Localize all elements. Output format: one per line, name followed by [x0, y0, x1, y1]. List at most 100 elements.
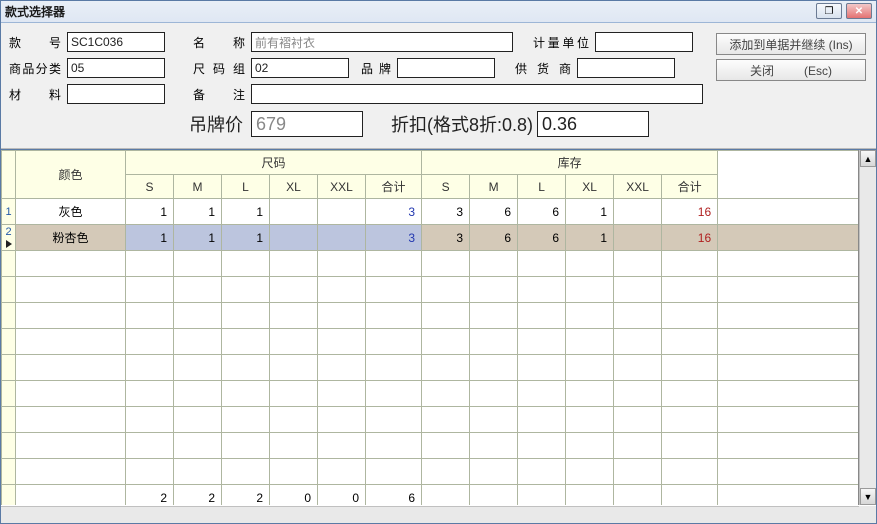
data-table: 颜色 尺码 库存 S M L XL XXL 合计 S M L XL XXL [1, 150, 858, 505]
sizegrp-input[interactable] [251, 58, 349, 78]
footer-size-s: 2 [126, 485, 174, 506]
restore-icon: ❐ [825, 6, 834, 17]
scroll-track[interactable] [860, 167, 876, 488]
footer-stock-m [470, 485, 518, 506]
cell-size-total: 3 [366, 225, 422, 251]
table-row[interactable] [2, 303, 859, 329]
cell-stock: 6 [518, 225, 566, 251]
cell-stock [614, 225, 662, 251]
material-label: 材 料 [9, 86, 61, 103]
cell-stock: 1 [566, 199, 614, 225]
header-stock-total: 合计 [662, 175, 718, 199]
footer-size-l: 2 [222, 485, 270, 506]
grid-area: 颜色 尺码 库存 S M L XL XXL 合计 S M L XL XXL [1, 149, 876, 523]
cell-size[interactable]: 1 [174, 199, 222, 225]
cell-color[interactable]: 粉杏色 [16, 225, 126, 251]
header-size-xxl: XXL [318, 175, 366, 199]
table-row[interactable] [2, 381, 859, 407]
scroll-down-icon[interactable]: ▼ [860, 488, 876, 505]
cell-size[interactable]: 1 [126, 225, 174, 251]
titlebar: 款式选择器 ❐ ✕ [1, 1, 876, 23]
header-stock-m: M [470, 175, 518, 199]
footer-stock-total [662, 485, 718, 506]
footer-stock-l [518, 485, 566, 506]
table-row[interactable] [2, 433, 859, 459]
table-row[interactable] [2, 355, 859, 381]
close-button[interactable]: 关闭 (Esc) [716, 59, 866, 81]
table-row[interactable] [2, 459, 859, 485]
header-size-m: M [174, 175, 222, 199]
row-number: 1 [2, 199, 16, 225]
brand-input[interactable] [397, 58, 495, 78]
unit-input[interactable] [595, 32, 693, 52]
category-input[interactable] [67, 58, 165, 78]
cell-size[interactable] [318, 225, 366, 251]
vertical-scrollbar[interactable]: ▲ ▼ [859, 150, 876, 505]
header-stock-xxl: XXL [614, 175, 662, 199]
cell-size[interactable]: 1 [222, 225, 270, 251]
footer-row: 2 2 2 0 0 6 [2, 485, 859, 506]
table-row[interactable] [2, 329, 859, 355]
table-row[interactable] [2, 251, 859, 277]
cell-color[interactable]: 灰色 [16, 199, 126, 225]
cell-stock [614, 199, 662, 225]
header-stock-group: 库存 [422, 151, 718, 175]
cell-stock-total: 16 [662, 199, 718, 225]
name-input[interactable] [251, 32, 513, 52]
cell-size[interactable]: 1 [126, 199, 174, 225]
footer-size-xl: 0 [270, 485, 318, 506]
close-icon: ✕ [855, 6, 863, 17]
cell-size[interactable]: 1 [222, 199, 270, 225]
row-pointer-icon [6, 240, 12, 248]
table-row[interactable] [2, 407, 859, 433]
cell-size[interactable] [270, 199, 318, 225]
table-row[interactable]: 1灰色1113366116 [2, 199, 859, 225]
table-row[interactable]: 2 粉杏色1113366116 [2, 225, 859, 251]
category-label: 商品分类 [9, 60, 61, 77]
name-label: 名 称 [193, 34, 245, 51]
discount-input[interactable] [537, 111, 649, 137]
restore-button[interactable]: ❐ [816, 3, 842, 19]
cell-stock: 3 [422, 199, 470, 225]
cell-stock: 6 [470, 225, 518, 251]
cell-stock: 3 [422, 225, 470, 251]
unit-label: 计量单位 [533, 34, 589, 51]
cell-size[interactable] [318, 199, 366, 225]
row-number: 2 [2, 225, 16, 251]
scroll-corner [859, 506, 876, 523]
header-filler [718, 151, 858, 199]
grid-viewport[interactable]: 颜色 尺码 库存 S M L XL XXL 合计 S M L XL XXL [1, 150, 859, 505]
table-row[interactable] [2, 277, 859, 303]
header-color: 颜色 [16, 151, 126, 199]
window-title: 款式选择器 [5, 3, 65, 20]
scroll-up-icon[interactable]: ▲ [860, 150, 876, 167]
header-stock-l: L [518, 175, 566, 199]
sizegrp-label: 尺码组 [193, 60, 245, 77]
cell-stock: 6 [470, 199, 518, 225]
footer-color [16, 485, 126, 506]
remark-label: 备 注 [193, 86, 245, 103]
supplier-input[interactable] [577, 58, 675, 78]
cell-stock: 1 [566, 225, 614, 251]
footer-rownum [2, 485, 16, 506]
footer-stock-xl [566, 485, 614, 506]
footer-size-xxl: 0 [318, 485, 366, 506]
brand-label: 品牌 [361, 60, 391, 77]
cell-stock: 6 [518, 199, 566, 225]
horizontal-scrollbar[interactable] [1, 506, 859, 523]
close-window-button[interactable]: ✕ [846, 3, 872, 19]
material-input[interactable] [67, 84, 165, 104]
cell-size[interactable]: 1 [174, 225, 222, 251]
form-panel: 款 号 名 称 计量单位 添加到单据并继续 (Ins) 商品分类 尺码组 品牌 … [1, 23, 876, 149]
add-continue-button[interactable]: 添加到单据并继续 (Ins) [716, 33, 866, 55]
remark-input[interactable] [251, 84, 703, 104]
header-size-total: 合计 [366, 175, 422, 199]
cell-size[interactable] [270, 225, 318, 251]
discount-label: 折扣(格式8折:0.8) [391, 111, 533, 137]
tag-price-input[interactable] [251, 111, 363, 137]
footer-stock-xxl [614, 485, 662, 506]
footer-stock-s [422, 485, 470, 506]
footer-size-m: 2 [174, 485, 222, 506]
tag-price-label: 吊牌价 [189, 111, 243, 137]
style-no-input[interactable] [67, 32, 165, 52]
